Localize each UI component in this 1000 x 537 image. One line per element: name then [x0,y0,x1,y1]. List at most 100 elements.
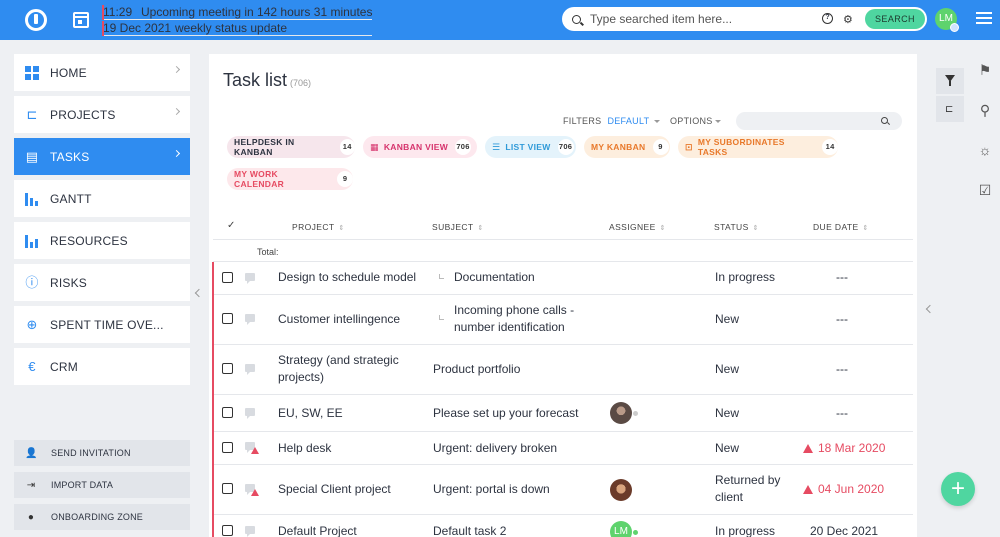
chip-my-work-calendar[interactable]: MY WORK CALENDAR 9 [227,168,353,190]
collapse-sidebar-icon[interactable] [194,288,204,298]
chip-label: HELPDESK IN KANBAN [234,137,295,157]
column-label: DUE DATE [813,222,859,232]
send-invitation-button[interactable]: 👤 SEND INVITATION [14,440,190,466]
flag-icon[interactable]: ⚑ [972,50,998,90]
search-settings-icon[interactable]: ⚙ [843,13,853,26]
right-rail: ⚑ ⚲ ☼ ☑ [972,50,998,210]
filter-search-input[interactable] [736,112,902,130]
presence-dot-icon [633,411,638,416]
sidebar-item-label: RISKS [50,275,88,290]
assignee-avatar[interactable] [610,402,632,424]
tree-view-button[interactable]: ⊏ [936,96,964,122]
select-all-check[interactable]: ✓ [227,220,236,231]
user-search-icon[interactable]: ⚲ [972,90,998,130]
chip-count: 14 [339,139,355,155]
lightbulb-icon[interactable]: ☼ [972,130,998,170]
row-checkbox[interactable] [222,525,233,536]
search-icon [881,117,888,124]
subject-cell[interactable]: Product portfolio [433,361,520,378]
meeting-time: 11:29 [103,4,133,19]
add-task-button[interactable]: + [941,472,975,506]
search-button[interactable]: SEARCH [865,9,925,29]
table-row[interactable]: Help desk Urgent: delivery broken New 18… [212,432,913,465]
chip-my-subordinates-tasks[interactable]: ⊡ MY SUBORDINATES TASKS 14 [678,136,838,158]
column-label: ASSIGNEE [609,222,656,232]
column-project[interactable]: PROJECT ⇕ [292,222,345,232]
row-checkbox[interactable] [222,407,233,418]
project-cell[interactable]: Strategy (and strategic projects) [278,352,418,386]
subject-cell[interactable]: Incoming phone calls - number identifica… [454,302,589,336]
upcoming-meeting[interactable]: 11:29 Upcoming meeting in 142 hours 31 mi… [101,4,373,36]
sidebar-item-spent-time[interactable]: ⊕ SPENT TIME OVE... [14,306,190,343]
add-user-icon: 👤 [25,447,38,459]
subject-cell[interactable]: Please set up your forecast [433,405,578,422]
table-row[interactable]: Default Project Default task 2 LM In pro… [212,515,913,537]
row-checkbox[interactable] [222,442,233,453]
subject-cell[interactable]: Default task 2 [433,523,506,537]
status-cell: New [715,362,740,376]
user-avatar[interactable]: LM [935,8,959,32]
project-tree-icon: ⊏ [26,106,38,122]
column-status[interactable]: STATUS ⇕ [714,222,759,232]
row-checkbox[interactable] [222,483,233,494]
project-cell[interactable]: Customer intellingence [278,311,400,328]
due-date-text: 18 Mar 2020 [818,441,886,455]
project-cell[interactable]: Help desk [278,440,331,457]
row-checkbox[interactable] [222,363,233,374]
sidebar-item-risks[interactable]: ⓘ RISKS [14,264,190,301]
row-checkbox[interactable] [222,313,233,324]
chip-count: 9 [337,171,353,187]
subject-cell[interactable]: Documentation [454,269,535,286]
onboarding-zone-button[interactable]: ● ONBOARDING ZONE [14,504,190,530]
search-input[interactable] [590,12,810,26]
column-due-date[interactable]: DUE DATE ⇕ [813,222,869,232]
sidebar-item-projects[interactable]: ⊏ PROJECTS [14,96,190,133]
column-subject[interactable]: SUBJECT ⇕ [432,222,484,232]
help-icon[interactable]: ? [822,13,833,24]
filter-toggle-button[interactable] [936,68,964,94]
table-row[interactable]: Special Client project Urgent: portal is… [212,465,913,515]
sort-icon: ⇕ [338,225,345,232]
options-dropdown[interactable]: OPTIONS [670,116,721,126]
comment-icon [245,364,255,375]
import-data-button[interactable]: ⇥ IMPORT DATA [14,472,190,498]
due-date-cell: 20 Dec 2021 [810,524,879,537]
project-cell[interactable]: Design to schedule model [278,269,416,286]
checklist-icon[interactable]: ☑ [972,170,998,210]
table-row[interactable]: Strategy (and strategic projects) Produc… [212,345,913,395]
column-assignee[interactable]: ASSIGNEE ⇕ [609,222,666,232]
subject-cell[interactable]: Urgent: delivery broken [433,440,557,457]
project-cell[interactable]: Default Project [278,523,357,537]
sidebar-item-gantt[interactable]: GANTT [14,180,190,217]
assignee-avatar[interactable] [610,479,632,501]
subject-cell[interactable]: Urgent: portal is down [433,481,550,498]
table-row[interactable]: Customer intellingence Incoming phone ca… [212,295,913,345]
sidebar-item-tasks[interactable]: ▤ TASKS [14,138,190,175]
collapse-right-panel-icon[interactable] [925,304,935,314]
project-cell[interactable]: EU, SW, EE [278,405,343,422]
chip-count: 9 [652,139,669,155]
filters-dropdown[interactable]: FILTERS DEFAULT [563,116,661,126]
sidebar-actions: 👤 SEND INVITATION ⇥ IMPORT DATA ● ONBOAR… [14,440,190,536]
assignee-avatar[interactable]: LM [610,521,632,537]
subtask-indent-icon [439,274,444,279]
app-logo-icon[interactable] [25,9,47,31]
chip-helpdesk-in-kanban[interactable]: HELPDESK IN KANBAN 14 [227,136,355,158]
gantt-bars-icon [25,192,39,206]
chip-my-kanban[interactable]: MY KANBAN 9 [584,136,670,158]
sidebar-item-resources[interactable]: RESOURCES [14,222,190,259]
sort-icon: ⇕ [659,225,666,232]
project-cell[interactable]: Special Client project [278,481,391,498]
action-label: ONBOARDING ZONE [51,512,144,522]
chip-kanban-view[interactable]: ▦ KANBAN VIEW 706 [363,136,477,158]
table-row[interactable]: EU, SW, EE Please set up your forecast N… [212,395,913,432]
sidebar-item-crm[interactable]: € CRM [14,348,190,385]
chip-list-view[interactable]: ☰ LIST VIEW 706 [485,136,576,158]
clock-plus-icon: ⊕ [26,316,38,332]
row-checkbox[interactable] [222,272,233,283]
menu-icon[interactable] [976,12,992,25]
table-row[interactable]: Design to schedule model Documentation I… [212,262,913,295]
task-count: (706) [290,78,312,88]
column-label: PROJECT [292,222,335,232]
sidebar-item-home[interactable]: HOME [14,54,190,91]
